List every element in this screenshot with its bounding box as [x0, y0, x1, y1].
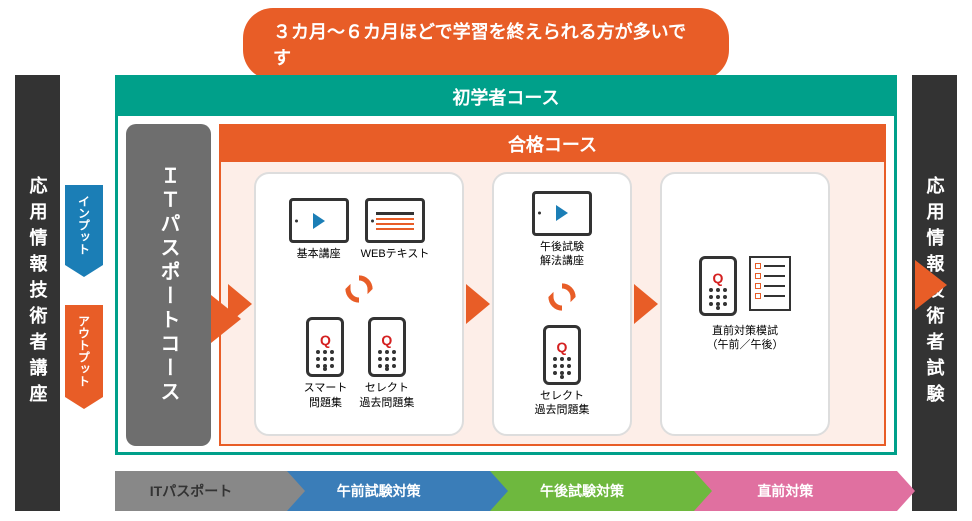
cycle-icon	[545, 280, 579, 314]
flow-step-morning: 午前試験対策	[287, 471, 490, 511]
phone-quiz-icon: Q	[368, 317, 406, 377]
course-diagram: 応用情報技術者講座 応用情報技術者試験 インプット アウトプット 初学者コース …	[15, 75, 957, 511]
beginner-course-box: 初学者コース ＩＴパスポートコース 合格コース 基本講座	[115, 75, 897, 455]
item-label: セレクト 過去問題集	[359, 381, 414, 410]
item-label: WEBテキスト	[361, 247, 430, 261]
pass-course-title: 合格コース	[221, 126, 884, 162]
checklist-icon	[749, 256, 791, 311]
phone-quiz-icon: Q	[543, 325, 581, 385]
item-label: セレクト 過去問題集	[535, 389, 590, 418]
stage-morning-prep: 基本講座 WEBテキスト Q スマート 問題集	[254, 172, 464, 436]
flow-step-it-passport: ITパスポート	[115, 471, 287, 511]
pass-course-box: 合格コース 基本講座 WEBテキスト	[219, 124, 886, 446]
arrow-icon	[211, 295, 241, 343]
tablet-text-icon	[365, 198, 425, 243]
item-label: 基本講座	[297, 247, 341, 261]
duration-banner: ３カ月〜６カ月ほどで学習を終えられる方が多いです	[243, 8, 729, 80]
output-tag: アウトプット	[65, 305, 103, 397]
arrow-icon	[466, 284, 490, 324]
phone-quiz-icon: Q	[306, 317, 344, 377]
item-label: スマート 問題集	[304, 381, 348, 410]
arrow-icon	[634, 284, 658, 324]
flow-step-final: 直前対策	[694, 471, 897, 511]
bottom-flow: ITパスポート 午前試験対策 午後試験対策 直前対策	[115, 471, 897, 511]
stage-afternoon-prep: 午後試験 解法講座 Q セレクト 過去問題集	[492, 172, 632, 436]
beginner-course-title: 初学者コース	[118, 78, 894, 116]
input-tag: インプット	[65, 185, 103, 265]
tablet-video-icon	[289, 198, 349, 243]
left-course-label: 応用情報技術者講座	[15, 75, 60, 511]
cycle-icon	[342, 272, 376, 306]
phone-quiz-icon: Q	[699, 256, 737, 316]
item-label: 直前対策模試 （午前／午後）	[707, 324, 784, 353]
arrow-icon	[915, 260, 947, 310]
stage-final-prep: Q 直前対策模試 （午前／午後）	[660, 172, 830, 436]
item-label: 午後試験 解法講座	[540, 240, 584, 269]
flow-step-afternoon: 午後試験対策	[490, 471, 693, 511]
tablet-video-icon	[532, 191, 592, 236]
it-passport-course-box: ＩＴパスポートコース	[126, 124, 211, 446]
